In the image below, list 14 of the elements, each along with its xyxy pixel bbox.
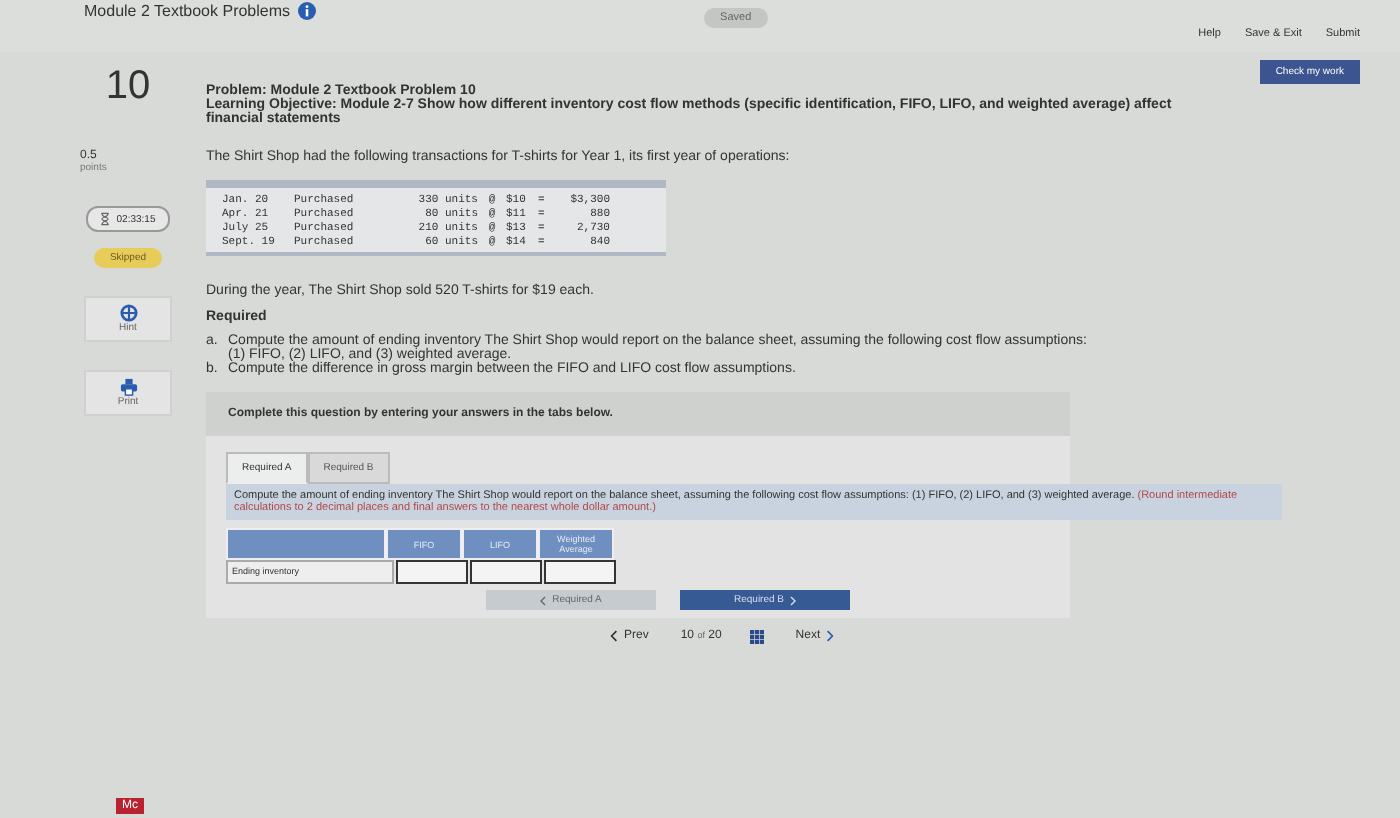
question-number: 10 bbox=[105, 64, 151, 110]
chevron-right-icon bbox=[790, 595, 796, 605]
info-icon[interactable] bbox=[298, 2, 317, 20]
module-title: Module 2 Textbook Problems bbox=[84, 2, 291, 20]
chevron-left-icon bbox=[540, 595, 547, 605]
input-field[interactable] bbox=[544, 560, 616, 584]
hourglass-icon bbox=[100, 212, 111, 226]
life-ring-icon bbox=[119, 304, 137, 322]
chevron-left-icon bbox=[610, 630, 618, 642]
input-field[interactable] bbox=[396, 560, 468, 584]
grid-icon[interactable] bbox=[749, 629, 764, 643]
printer-icon bbox=[119, 378, 137, 396]
chevron-right-icon bbox=[826, 630, 835, 642]
input-field[interactable] bbox=[470, 560, 542, 584]
